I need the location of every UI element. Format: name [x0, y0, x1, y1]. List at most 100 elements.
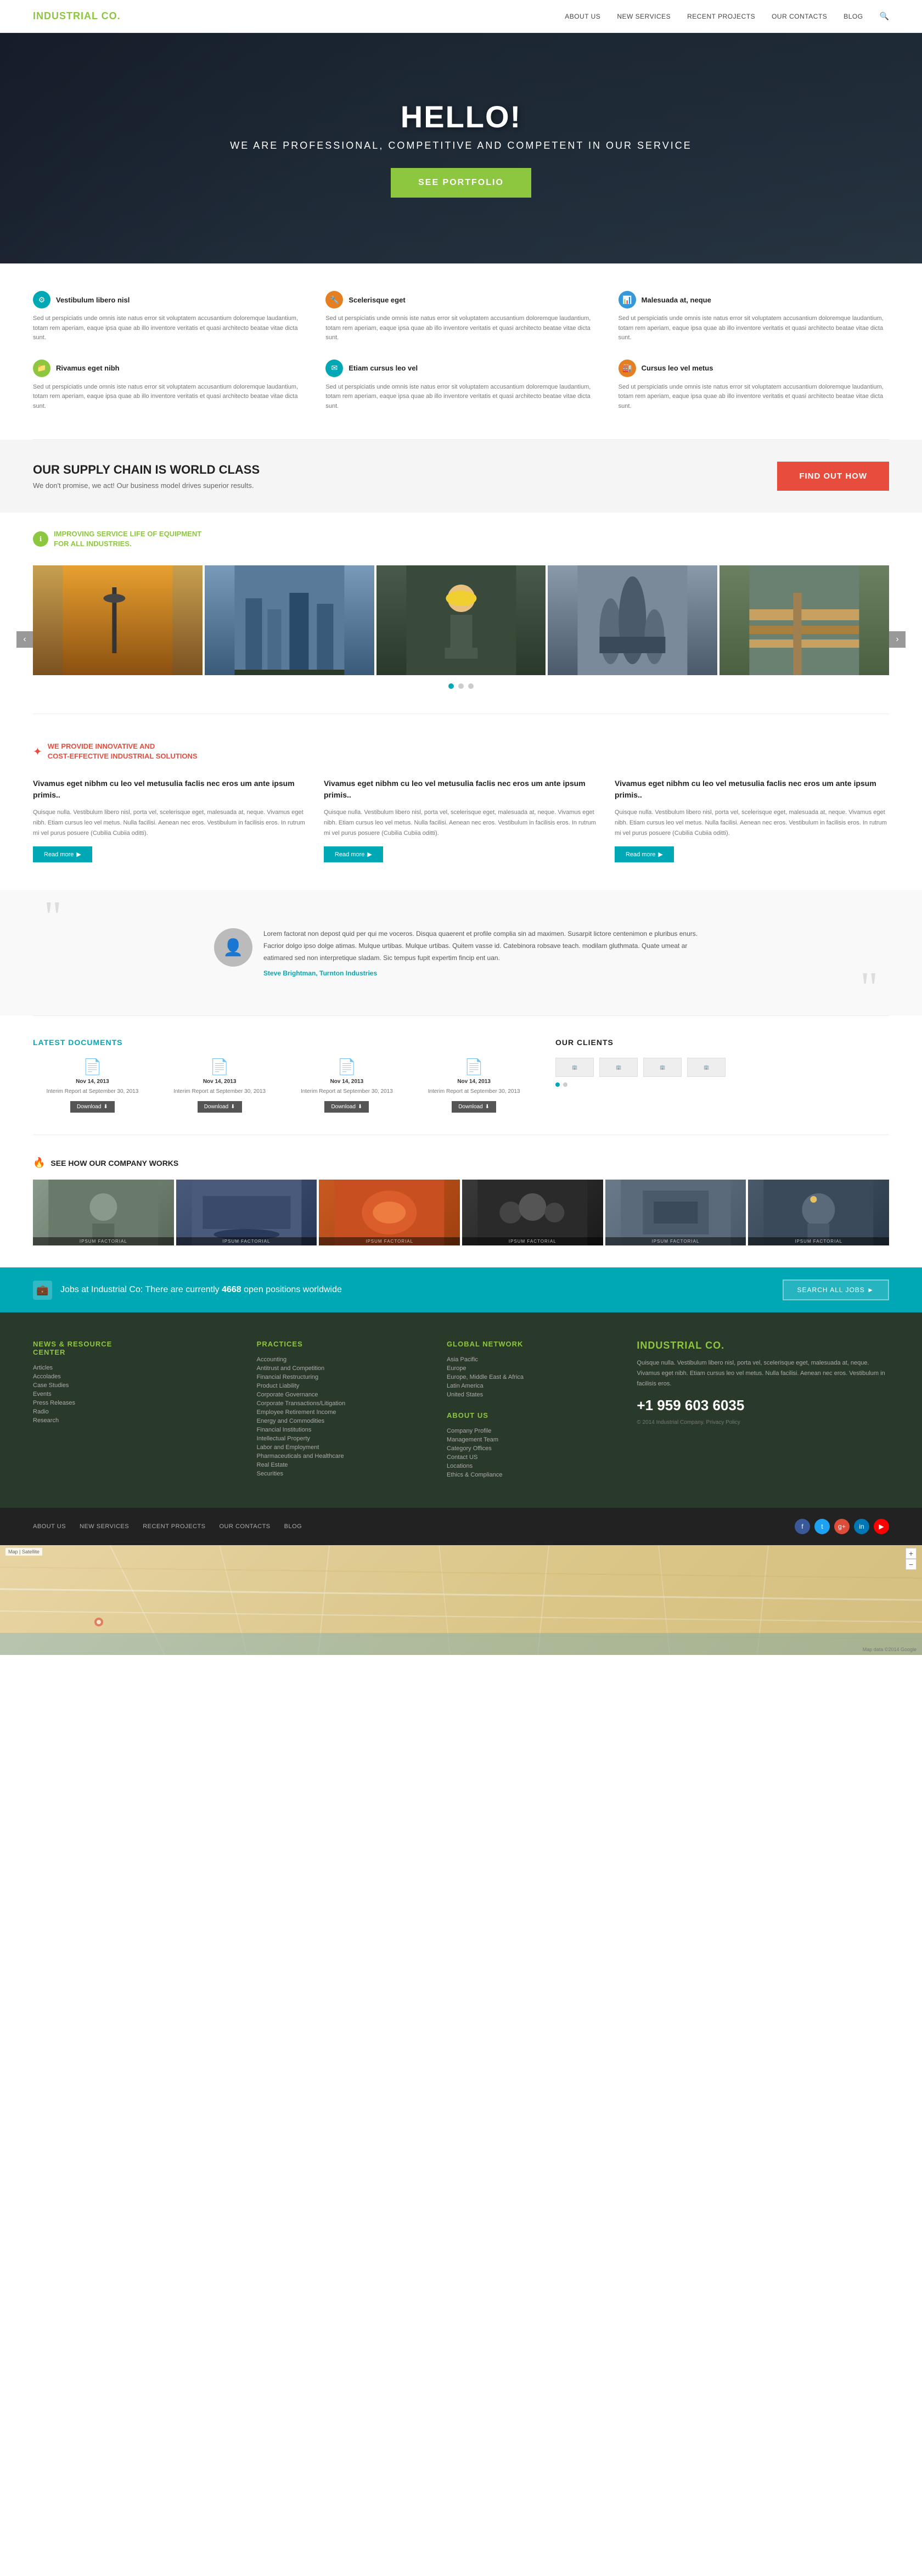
footer-link-accolades[interactable]: Accolades — [33, 1373, 235, 1380]
footer-link-employee[interactable]: Employee Retirement Income — [257, 1409, 425, 1416]
arrow-icon: ▶ — [658, 851, 662, 858]
nav-blog[interactable]: BLOG — [844, 13, 863, 20]
feature-title: Malesuada at, neque — [642, 296, 711, 304]
footer-link-company-profile[interactable]: Company Profile — [447, 1428, 615, 1434]
jobs-left: 💼 Jobs at Industrial Co: There are curre… — [33, 1281, 342, 1300]
feature-header: 📊 Malesuada at, neque — [619, 291, 889, 308]
map-zoom-out[interactable]: − — [906, 1559, 917, 1570]
search-jobs-button[interactable]: Search all jobs ► — [783, 1279, 889, 1300]
work-item-1[interactable]: IPSUM FACTORIAL — [33, 1180, 174, 1245]
doc-date: Nov 14, 2013 — [288, 1079, 407, 1085]
youtube-icon[interactable]: ▶ — [874, 1519, 889, 1534]
slide-dot-3[interactable] — [468, 683, 474, 689]
innovative-item-heading: Vivamus eget nibhm cu leo vel metusulia … — [33, 778, 307, 801]
slider-prev-button[interactable]: ‹ — [16, 631, 33, 648]
footer-link-energy[interactable]: Energy and Commodities — [257, 1418, 425, 1424]
footer-link-ip[interactable]: Intellectual Property — [257, 1435, 425, 1442]
footer-link-press-releases[interactable]: Press Releases — [33, 1400, 235, 1406]
footer-link-financial-inst[interactable]: Financial Institutions — [257, 1427, 425, 1433]
bottom-nav-contacts[interactable]: OUR CONTACTS — [219, 1523, 270, 1530]
footer-link-offices[interactable]: Category Offices — [447, 1445, 615, 1452]
read-more-button-1[interactable]: Read more ▶ — [33, 846, 92, 862]
footer-link-securities[interactable]: Securities — [257, 1471, 425, 1477]
supply-chain-heading: OUR SUPPLY CHAIN IS WORLD CLASS — [33, 463, 260, 477]
download-button[interactable]: Download ⬇ — [452, 1101, 496, 1113]
footer-link-liability[interactable]: Product Liability — [257, 1383, 425, 1389]
footer-link-latin[interactable]: Latin America — [447, 1383, 615, 1389]
footer-link-europe[interactable]: Europe — [447, 1365, 615, 1372]
map-section: Map data ©2014 Google + − Map | Satellit… — [0, 1545, 922, 1655]
download-button[interactable]: Download ⬇ — [324, 1101, 369, 1113]
slide-placeholder — [33, 565, 203, 675]
download-button[interactable]: Download ⬇ — [198, 1101, 242, 1113]
footer-link-locations[interactable]: Locations — [447, 1463, 615, 1469]
footer-link-us[interactable]: United States — [447, 1391, 615, 1398]
innovative-title: WE PROVIDE INNOVATIVE ANDCOST-EFFECTIVE … — [48, 742, 198, 761]
map-zoom-in[interactable]: + — [906, 1548, 917, 1559]
read-more-button-3[interactable]: Read more ▶ — [615, 846, 674, 862]
footer-link-ethics[interactable]: Ethics & Compliance — [447, 1472, 615, 1478]
nav-services[interactable]: NEW SERVICES — [617, 13, 671, 20]
footer-link-pharma[interactable]: Pharmaceuticals and Healthcare — [257, 1453, 425, 1460]
slide-dot-2[interactable] — [458, 683, 464, 689]
footer-link-research[interactable]: Research — [33, 1417, 235, 1424]
nav-projects[interactable]: RECENT PROJECTS — [687, 13, 755, 20]
facebook-icon[interactable]: f — [795, 1519, 810, 1534]
bottom-nav-about[interactable]: ABOUT US — [33, 1523, 66, 1530]
bottom-nav-links: ABOUT US NEW SERVICES RECENT PROJECTS OU… — [33, 1523, 302, 1530]
footer-link-case-studies[interactable]: Case Studies — [33, 1382, 235, 1389]
search-icon[interactable]: 🔍 — [880, 12, 889, 21]
footer-link-accounting[interactable]: Accounting — [257, 1356, 425, 1363]
footer-link-radio[interactable]: Radio — [33, 1408, 235, 1415]
client-dot-2[interactable] — [563, 1082, 567, 1087]
footer-link-events[interactable]: Events — [33, 1391, 235, 1398]
footer-link-financial[interactable]: Financial Restructuring — [257, 1374, 425, 1380]
download-button[interactable]: Download ⬇ — [70, 1101, 115, 1113]
nav-contacts[interactable]: OUR CONTACTS — [772, 13, 827, 20]
logo[interactable]: INDUSTRIAL CO. — [33, 10, 121, 22]
footer-link-management[interactable]: Management Team — [447, 1436, 615, 1443]
slider-next-button[interactable]: › — [889, 631, 906, 648]
work-item-2[interactable]: IPSUM FACTORIAL — [176, 1180, 317, 1245]
avatar: 👤 — [214, 928, 252, 967]
map-toggle[interactable]: Map | Satellite — [5, 1548, 42, 1556]
portfolio-button[interactable]: SEE PORTFOLIO — [391, 168, 531, 198]
supply-chain-text: OUR SUPPLY CHAIN IS WORLD CLASS We don't… — [33, 463, 260, 490]
bottom-nav-blog[interactable]: BLOG — [284, 1523, 302, 1530]
find-out-button[interactable]: FIND OUT HOW — [777, 462, 889, 491]
client-dot-1[interactable] — [555, 1082, 560, 1087]
feature-item: ⚙ Vestibulum libero nisl Sed ut perspici… — [33, 291, 303, 343]
slide-dot-1[interactable] — [448, 683, 454, 689]
nav-about[interactable]: ABOUT US — [565, 13, 600, 20]
footer-link-labor[interactable]: Labor and Employment — [257, 1444, 425, 1451]
footer-link-contact[interactable]: Contact US — [447, 1454, 615, 1461]
doc-item: 📄 Nov 14, 2013 Interim Report at Septemb… — [414, 1058, 533, 1113]
work-placeholder — [176, 1180, 317, 1245]
googleplus-icon[interactable]: g+ — [834, 1519, 850, 1534]
feature-icon: 📁 — [33, 360, 50, 377]
work-item-3[interactable]: IPSUM FACTORIAL — [319, 1180, 460, 1245]
footer-link-articles[interactable]: Articles — [33, 1365, 235, 1371]
footer-link-asia[interactable]: Asia Pacific — [447, 1356, 615, 1363]
footer-link-governance[interactable]: Corporate Governance — [257, 1391, 425, 1398]
client-dots — [555, 1082, 889, 1087]
work-item-6[interactable]: IPSUM FACTORIAL — [748, 1180, 889, 1245]
work-item-5[interactable]: IPSUM FACTORIAL — [605, 1180, 746, 1245]
footer-link-transactions[interactable]: Corporate Transactions/Litigation — [257, 1400, 425, 1407]
doc-desc: Interim Report at September 30, 2013 — [33, 1087, 152, 1096]
footer-link-real-estate[interactable]: Real Estate — [257, 1462, 425, 1468]
bottom-nav-projects[interactable]: RECENT PROJECTS — [143, 1523, 205, 1530]
slide-dots — [33, 675, 889, 697]
doc-item: 📄 Nov 14, 2013 Interim Report at Septemb… — [160, 1058, 279, 1113]
bottom-nav-services[interactable]: NEW SERVICES — [80, 1523, 129, 1530]
hero-section: HELLO! WE ARE PROFESSIONAL, COMPETITIVE … — [0, 33, 922, 263]
linkedin-icon[interactable]: in — [854, 1519, 869, 1534]
work-item-4[interactable]: IPSUM FACTORIAL — [462, 1180, 603, 1245]
doc-date: Nov 14, 2013 — [414, 1079, 533, 1085]
innovative-section: ✦ WE PROVIDE INNOVATIVE ANDCOST-EFFECTIV… — [0, 714, 922, 890]
twitter-icon[interactable]: t — [814, 1519, 830, 1534]
read-more-button-2[interactable]: Read more ▶ — [324, 846, 383, 862]
footer-link-emea[interactable]: Europe, Middle East & Africa — [447, 1374, 615, 1380]
footer-practices-title: PRACTICES — [257, 1340, 425, 1348]
footer-link-antitrust[interactable]: Antitrust and Competition — [257, 1365, 425, 1372]
